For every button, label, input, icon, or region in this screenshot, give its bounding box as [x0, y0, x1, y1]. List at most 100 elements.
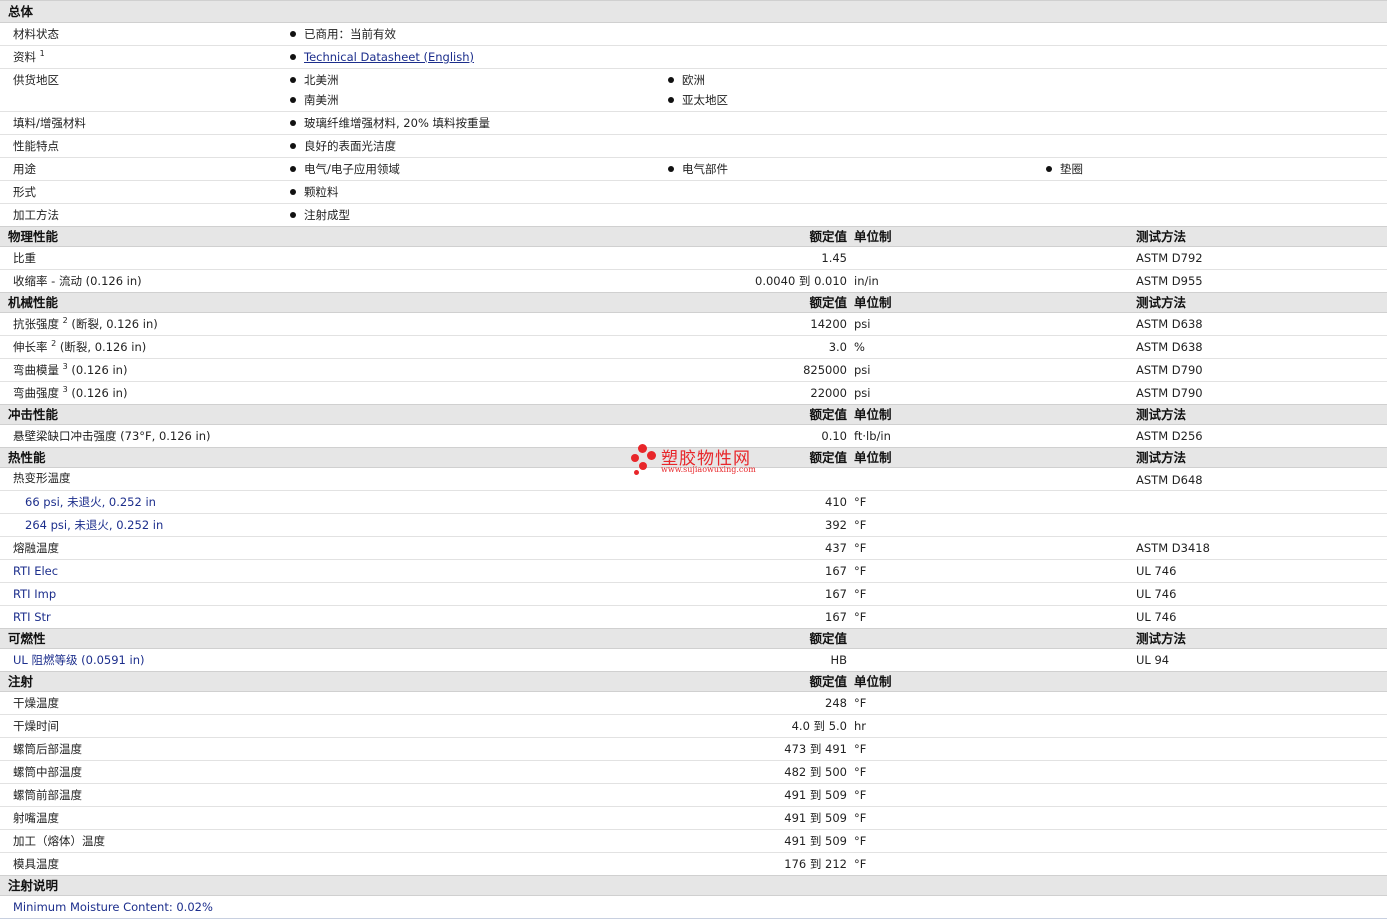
section-notes-header: 注射说明 — [0, 875, 1387, 896]
region-text: 南美洲 — [304, 93, 339, 107]
table-row: 伸长率 2 (断裂, 0.126 in) 3.0 % ASTM D638 — [0, 336, 1387, 359]
bullet-text: 颗粒料 — [304, 185, 339, 199]
row-label: 供货地区 — [13, 73, 59, 87]
row-value: 491 到 509 — [784, 811, 847, 825]
row-label: 干燥温度 — [13, 696, 59, 710]
notes-text: Minimum Moisture Content: 0.02% — [13, 900, 213, 914]
row-unit: °F — [854, 765, 867, 779]
region-item: 亚太地区 — [668, 89, 728, 111]
row-uses: 用途 电气/电子应用领域 电气部件 垫圈 — [0, 158, 1387, 181]
table-row: 弯曲强度 3 (0.126 in) 22000 psi ASTM D790 — [0, 382, 1387, 404]
bullet-icon — [1046, 165, 1052, 172]
row-label: 66 psi, 未退火, 0.252 in — [25, 495, 156, 509]
table-row: 抗张强度 2 (断裂, 0.126 in) 14200 psi ASTM D63… — [0, 313, 1387, 336]
row-unit: °F — [854, 587, 867, 601]
row-method: ASTM D638 — [1136, 317, 1203, 331]
watermark-logo-icon — [630, 444, 660, 478]
use-item: 电气/电子应用领域 — [290, 158, 400, 180]
bullet-icon — [290, 30, 296, 37]
row-value: 167 — [825, 587, 847, 601]
row-form: 形式 颗粒料 — [0, 181, 1387, 204]
value-header: 额定值 — [809, 229, 847, 244]
bullet-icon — [668, 165, 674, 172]
section-title: 总体 — [8, 4, 34, 19]
use-item: 垫圈 — [1046, 158, 1083, 180]
row-label: 264 psi, 未退火, 0.252 in — [25, 518, 164, 532]
row-unit: °F — [854, 857, 867, 871]
row-label: RTI Str — [13, 610, 51, 624]
row-method: ASTM D638 — [1136, 340, 1203, 354]
unit-header: 单位制 — [854, 229, 892, 244]
row-label: 性能特点 — [13, 139, 59, 153]
bullet-item: 颗粒料 — [290, 181, 339, 203]
row-label: 弯曲模量 3 (0.126 in) — [13, 359, 127, 381]
value-header: 额定值 — [809, 295, 847, 310]
table-row: 干燥温度 248 °F — [0, 692, 1387, 715]
row-method: UL 94 — [1136, 653, 1170, 667]
table-row: 弯曲模量 3 (0.126 in) 825000 psi ASTM D790 — [0, 359, 1387, 382]
section-impact-header: 冲击性能 额定值 单位制 测试方法 — [0, 404, 1387, 425]
section-title: 注射 — [8, 674, 34, 689]
table-row: 射嘴温度 491 到 509 °F — [0, 807, 1387, 830]
bullet-item: 玻璃纤维增强材料, 20% 填料按重量 — [290, 112, 490, 134]
row-unit: psi — [854, 363, 871, 377]
row-method: ASTM D790 — [1136, 363, 1203, 377]
row-unit: in/in — [854, 274, 879, 288]
bullet-icon — [290, 53, 296, 60]
region-text: 亚太地区 — [682, 93, 728, 107]
bullet-item: 已商用：当前有效 — [290, 23, 396, 45]
section-title: 注射说明 — [8, 878, 59, 893]
technical-datasheet-link[interactable]: Technical Datasheet (English) — [304, 50, 474, 64]
section-flammability-header: 可燃性 额定值 测试方法 — [0, 628, 1387, 649]
table-row: RTI Elec 167 °F UL 746 — [0, 560, 1387, 583]
method-header: 测试方法 — [1136, 631, 1187, 646]
row-label: 螺筒中部温度 — [13, 765, 82, 779]
label-condition: (断裂, 0.126 in) — [67, 317, 158, 331]
value-header: 额定值 — [809, 407, 847, 422]
row-label: 材料状态 — [13, 27, 59, 41]
bullet-icon — [290, 165, 296, 172]
row-label: 形式 — [13, 185, 36, 199]
row-label: 比重 — [13, 251, 36, 265]
row-value: 482 到 500 — [784, 765, 847, 779]
section-physical-header: 物理性能 额定值 单位制 测试方法 — [0, 226, 1387, 247]
label-text: 弯曲强度 — [13, 386, 59, 400]
row-value: 4.0 到 5.0 — [791, 719, 847, 733]
row-method: ASTM D3418 — [1136, 541, 1210, 555]
row-value: 14200 — [810, 317, 847, 331]
section-title: 可燃性 — [8, 631, 46, 646]
table-row: UL 阻燃等级 (0.0591 in) HB UL 94 — [0, 649, 1387, 671]
row-method: ASTM D648 — [1136, 473, 1203, 487]
row-value: 22000 — [810, 386, 847, 400]
row-label: 加工方法 — [13, 208, 59, 222]
bullet-icon — [290, 142, 296, 149]
row-unit: °F — [854, 811, 867, 825]
bullet-icon — [290, 96, 296, 103]
table-row: 螺筒前部温度 491 到 509 °F — [0, 784, 1387, 807]
footnote-marker: 3 — [62, 385, 68, 394]
table-row: 熔融温度 437 °F ASTM D3418 — [0, 537, 1387, 560]
row-value: 825000 — [803, 363, 847, 377]
row-method: ASTM D256 — [1136, 429, 1203, 443]
unit-header: 单位制 — [854, 450, 892, 465]
row-features: 性能特点 良好的表面光洁度 — [0, 135, 1387, 158]
method-header: 测试方法 — [1136, 407, 1187, 422]
label-condition: (0.126 in) — [67, 386, 128, 400]
row-label: 热变形温度 — [13, 471, 71, 485]
bullet-item: 良好的表面光洁度 — [290, 135, 396, 157]
row-unit: psi — [854, 317, 871, 331]
row-material-status: 材料状态 已商用：当前有效 — [0, 23, 1387, 46]
row-value: 167 — [825, 610, 847, 624]
value-header: 额定值 — [809, 450, 847, 465]
table-row: 比重 1.45 ASTM D792 — [0, 247, 1387, 270]
section-general-header: 总体 — [0, 0, 1387, 23]
row-value: 167 — [825, 564, 847, 578]
row-value: 176 到 212 — [784, 857, 847, 871]
row-label: 用途 — [13, 162, 36, 176]
footnote-marker: 2 — [62, 316, 68, 325]
row-method: UL 746 — [1136, 564, 1177, 578]
row-method: UL 746 — [1136, 587, 1177, 601]
table-row: 66 psi, 未退火, 0.252 in 410 °F — [0, 491, 1387, 514]
row-label: 收缩率 - 流动 (0.126 in) — [13, 274, 142, 288]
row-label: 加工（熔体）温度 — [13, 834, 105, 848]
